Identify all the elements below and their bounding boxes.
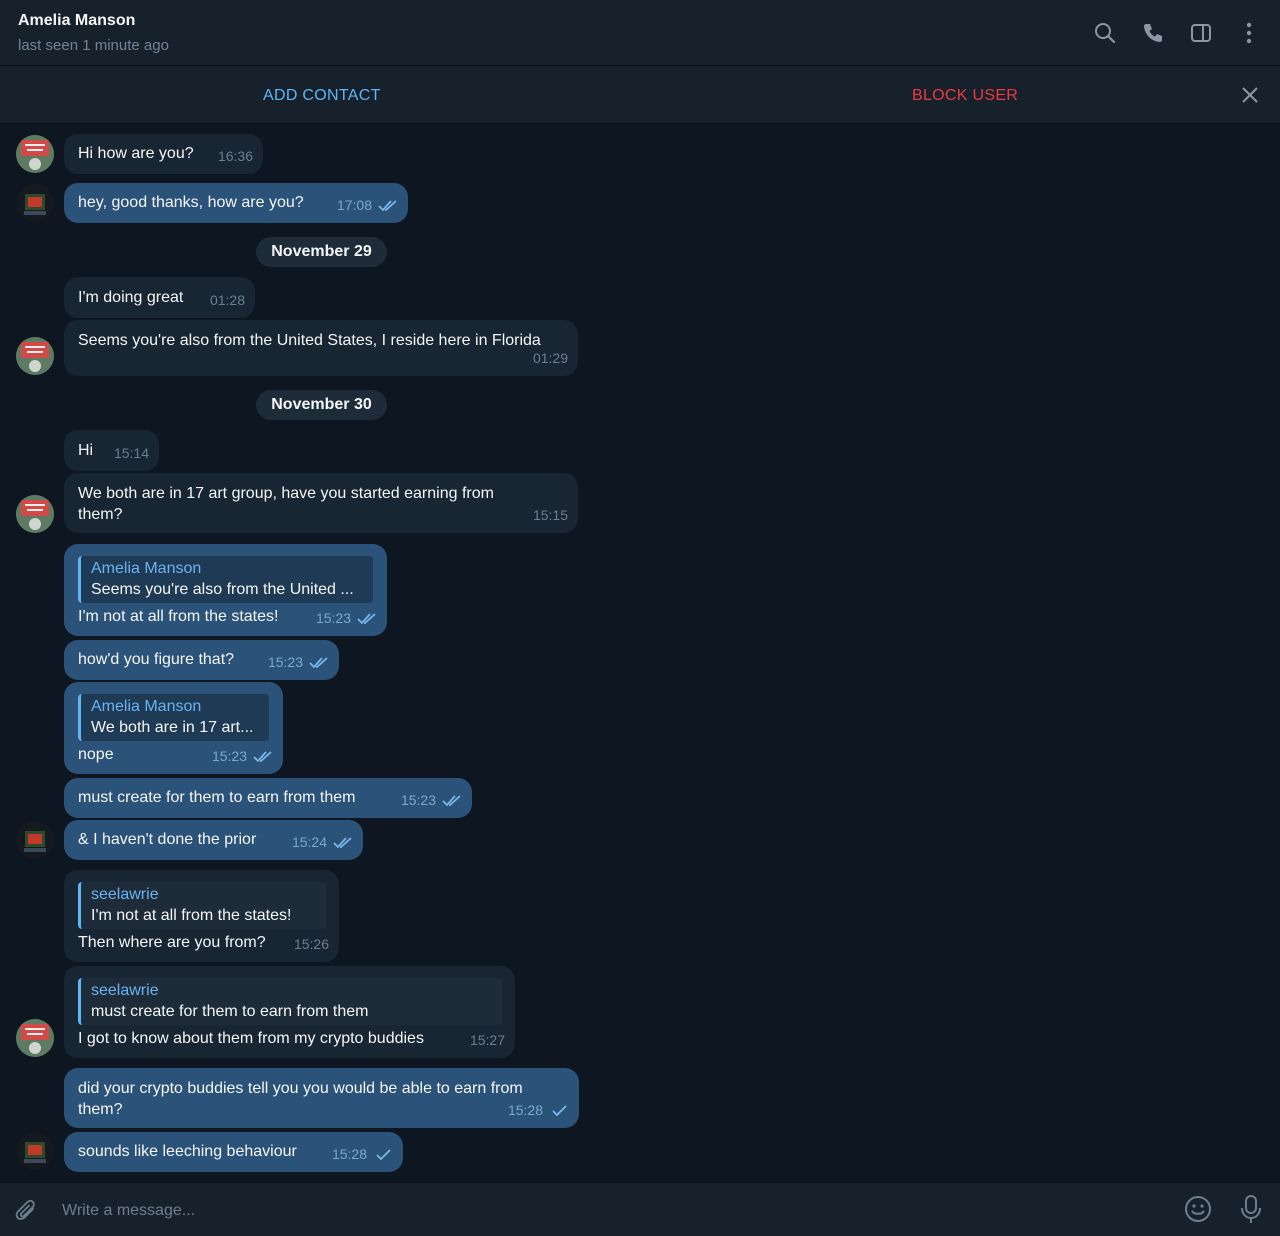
double-check-icon: [333, 836, 352, 848]
double-check-icon: [442, 794, 461, 806]
message-time: 15:14: [114, 443, 149, 464]
double-check-icon: [378, 199, 397, 211]
reply-text: We both are in 17 art...: [91, 719, 254, 736]
reply-quote[interactable]: Amelia Manson We both are in 17 art...: [78, 694, 269, 741]
contact-name[interactable]: Amelia Manson: [18, 12, 135, 30]
message-time: 15:23: [268, 652, 329, 673]
reply-author: Amelia Manson: [91, 560, 202, 577]
avatar[interactable]: [16, 135, 54, 173]
reply-author: Amelia Manson: [91, 698, 202, 715]
message-time-text: 15:23: [267, 654, 303, 670]
message-outgoing[interactable]: & I haven't done the prior 15:24: [64, 820, 363, 860]
single-check-icon: [552, 1104, 567, 1116]
message-outgoing[interactable]: sounds like leeching behaviour 15:28: [64, 1132, 403, 1172]
message-outgoing[interactable]: Amelia Manson We both are in 17 art... n…: [64, 682, 283, 774]
close-icon[interactable]: [1240, 85, 1260, 105]
reply-quote[interactable]: Amelia Manson Seems you're also from the…: [78, 556, 373, 603]
message-time-text: 15:23: [211, 748, 247, 764]
message-time-text: 17:08: [336, 197, 372, 213]
message-time: 17:08: [337, 195, 398, 216]
single-check-icon: [376, 1148, 391, 1160]
message-time-text: 01:29: [532, 350, 568, 366]
reply-text: Seems you're also from the United ...: [91, 581, 354, 598]
reply-text: must create for them to earn from them: [91, 1003, 369, 1020]
emoji-icon[interactable]: [1184, 1195, 1212, 1223]
message-outgoing[interactable]: must create for them to earn from them 1…: [64, 778, 472, 818]
message-text-line1: did your crypto buddies tell you you wou…: [78, 1080, 523, 1097]
message-list[interactable]: Hi how are you? 16:36 hey, good thanks, …: [0, 124, 1280, 1182]
message-outgoing[interactable]: Amelia Manson Seems you're also from the…: [64, 544, 387, 636]
message-time: 15:27: [470, 1030, 505, 1051]
message-composer: [0, 1182, 1280, 1236]
phone-icon[interactable]: [1140, 20, 1166, 46]
reply-text: I'm not at all from the states!: [91, 907, 292, 924]
message-text: I got to know about them from my crypto …: [78, 1030, 424, 1047]
message-outgoing[interactable]: did your crypto buddies tell you you wou…: [64, 1068, 579, 1128]
more-icon[interactable]: [1236, 20, 1262, 46]
double-check-icon: [253, 750, 272, 762]
add-contact-button[interactable]: ADD CONTACT: [263, 87, 381, 105]
message-time-text: 15:14: [113, 445, 149, 461]
message-time: 15:26: [294, 934, 329, 955]
mic-icon[interactable]: [1240, 1195, 1262, 1225]
message-time: 15:23: [401, 790, 462, 811]
message-time: 15:15: [533, 505, 568, 526]
block-user-button[interactable]: BLOCK USER: [912, 87, 1018, 105]
message-time: 01:28: [210, 290, 245, 311]
avatar[interactable]: [16, 337, 54, 375]
message-time-text: 15:28: [507, 1102, 543, 1118]
date-separator: November 29: [256, 237, 387, 267]
message-outgoing[interactable]: hey, good thanks, how are you? 17:08: [64, 183, 408, 223]
message-time: 01:29: [533, 348, 568, 369]
message-time-text: 15:27: [469, 1032, 505, 1048]
search-icon[interactable]: [1092, 20, 1118, 46]
message-time-text: 15:24: [291, 834, 327, 850]
message-incoming[interactable]: seelawrie I'm not at all from the states…: [64, 870, 339, 962]
message-time-text: 01:28: [209, 292, 245, 308]
message-time: 15:23: [316, 608, 377, 629]
reply-quote[interactable]: seelawrie I'm not at all from the states…: [78, 882, 326, 929]
message-time: 15:28: [508, 1100, 569, 1121]
sidebar-icon[interactable]: [1188, 20, 1214, 46]
message-text-line2: them?: [78, 506, 123, 523]
message-incoming[interactable]: Hi 15:14: [64, 430, 159, 471]
chat-header: Amelia Manson last seen 1 minute ago: [0, 0, 1280, 66]
message-time-text: 15:28: [331, 1146, 367, 1162]
reply-author: seelawrie: [91, 982, 159, 999]
double-check-icon: [309, 656, 328, 668]
message-incoming[interactable]: We both are in 17 art group, have you st…: [64, 473, 578, 533]
message-text: Then where are you from?: [78, 934, 266, 951]
message-outgoing[interactable]: how'd you figure that? 15:23: [64, 640, 339, 680]
contact-status: last seen 1 minute ago: [18, 37, 169, 54]
message-incoming[interactable]: Seems you're also from the United States…: [64, 320, 578, 376]
message-input[interactable]: [52, 1191, 1164, 1231]
message-time: 15:24: [292, 832, 353, 853]
message-time: 15:23: [212, 746, 273, 767]
avatar[interactable]: [16, 1019, 54, 1057]
message-text: Seems you're also from the United States…: [78, 332, 541, 349]
message-incoming[interactable]: seelawrie must create for them to earn f…: [64, 966, 515, 1058]
avatar[interactable]: [16, 1132, 54, 1170]
message-time-text: 16:36: [217, 148, 253, 164]
contact-action-bar: ADD CONTACT BLOCK USER: [0, 66, 1280, 124]
message-incoming[interactable]: Hi how are you? 16:36: [64, 134, 263, 174]
message-incoming[interactable]: I'm doing great 01:28: [64, 277, 255, 318]
message-time: 15:28: [332, 1144, 393, 1165]
message-time: 16:36: [218, 146, 253, 167]
message-time-text: 15:23: [400, 792, 436, 808]
message-text-line1: We both are in 17 art group, have you st…: [78, 485, 494, 502]
avatar[interactable]: [16, 184, 54, 222]
reply-quote[interactable]: seelawrie must create for them to earn f…: [78, 978, 502, 1025]
reply-author: seelawrie: [91, 886, 159, 903]
double-check-icon: [357, 612, 376, 624]
date-separator: November 30: [256, 390, 387, 420]
paperclip-icon[interactable]: [14, 1198, 40, 1224]
avatar[interactable]: [16, 495, 54, 533]
message-time-text: 15:23: [315, 610, 351, 626]
message-time-text: 15:15: [532, 507, 568, 523]
avatar[interactable]: [16, 821, 54, 859]
message-text-line2: them?: [78, 1101, 123, 1118]
header-toolbar: [1092, 20, 1262, 46]
message-time-text: 15:26: [293, 936, 329, 952]
